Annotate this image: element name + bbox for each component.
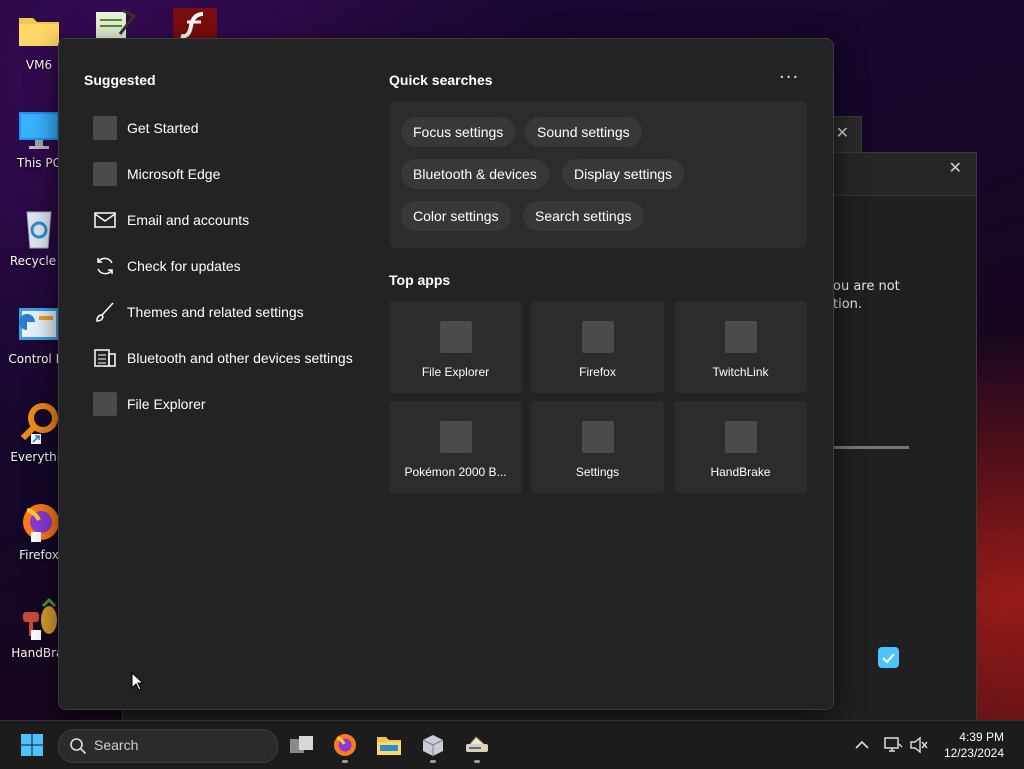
suggested-item-label: Bluetooth and other devices settings [127,350,353,366]
search-icon [70,738,87,755]
volume-status[interactable] [903,729,935,761]
top-app-twitchlink[interactable]: TwitchLink [674,301,807,393]
window-text-line: tion. [833,297,863,312]
suggested-heading: Suggested [84,72,156,88]
top-app-label: TwitchLink [712,365,769,379]
windows-logo-icon [21,734,43,756]
monitor-icon [17,108,61,152]
close-icon[interactable]: ✕ [836,123,849,142]
taskbar-app-scanner[interactable] [461,729,493,763]
window-text-line: ou are not [833,279,900,294]
task-view-icon [290,736,313,753]
suggested-item-label: Themes and related settings [127,304,304,320]
show-hidden-icons-button[interactable] [846,729,878,761]
running-indicator [474,760,480,763]
start-button[interactable] [16,729,48,761]
top-apps-heading: Top apps [389,272,451,288]
more-options-button[interactable]: ··· [779,69,799,87]
app-placeholder-icon [93,116,117,140]
suggested-item-label: Microsoft Edge [127,166,221,182]
notepad-icon [96,8,137,40]
control-panel-icon [17,304,61,348]
quick-searches-box: Focus settings Sound settings Bluetooth … [389,101,807,248]
suggested-item-bluetooth-devices[interactable]: Bluetooth and other devices settings [89,335,369,381]
taskbar-clock[interactable]: 4:39 PM 12/23/2024 [944,729,1004,761]
mail-icon [93,208,117,232]
suggested-item-file-explorer[interactable]: File Explorer [89,381,369,427]
quick-search-chip[interactable]: Focus settings [401,117,516,147]
suggested-item-label: Check for updates [127,258,241,274]
flash-icon [173,8,217,40]
top-app-label: Firefox [579,365,616,379]
taskbar-search-placeholder: Search [94,737,139,753]
desktop-icon-notepad[interactable] [94,8,138,40]
suggested-item-microsoft-edge[interactable]: Microsoft Edge [89,151,369,197]
app-placeholder-icon [724,321,757,353]
taskbar-search-box[interactable]: Search [58,729,278,763]
speaker-muted-icon [910,736,928,754]
handbrake-icon [17,597,61,642]
checkmark-icon [882,653,895,664]
suggested-item-email-accounts[interactable]: Email and accounts [89,197,369,243]
top-app-firefox[interactable]: Firefox [531,301,664,393]
suggested-item-themes[interactable]: Themes and related settings [89,289,369,335]
firefox-icon [17,500,61,544]
suggested-item-check-updates[interactable]: Check for updates [89,243,369,289]
suggested-item-label: Email and accounts [127,212,250,228]
devices-icon [93,346,117,370]
sync-icon [93,254,117,278]
close-icon[interactable]: ✕ [949,158,962,177]
firefox-icon [334,734,356,756]
package-icon [422,735,444,756]
taskbar: Search 4:39 PM 12/23/2024 [0,720,1024,769]
suggested-item-label: Get Started [127,120,199,136]
quick-search-chip[interactable]: Display settings [562,159,685,189]
app-placeholder-icon [93,392,117,416]
search-panel: Suggested Get Started Microsoft Edge Ema… [58,38,834,710]
mouse-cursor-icon [131,671,145,696]
chevron-up-icon [855,740,869,749]
top-app-label: Settings [575,465,620,479]
app-placeholder-icon [724,421,757,453]
app-placeholder-icon [439,321,472,353]
clock-time: 4:39 PM [959,730,1004,744]
top-app-settings[interactable]: Settings [531,401,664,493]
suggested-list: Get Started Microsoft Edge Email and acc… [89,105,369,427]
recycle-bin-icon [17,206,61,250]
folder-icon [17,10,61,54]
running-indicator [430,760,436,763]
top-app-label: Pokémon 2000 B... [404,465,507,479]
progress-bar [829,446,909,449]
everything-search-icon [17,402,61,446]
desktop-icon-flash[interactable] [173,8,217,40]
scanner-icon [466,736,488,752]
network-icon [884,737,903,752]
suggested-item-get-started[interactable]: Get Started [89,105,369,151]
quick-search-chip[interactable]: Bluetooth & devices [401,159,549,189]
app-placeholder-icon [439,421,472,453]
checkbox[interactable] [878,647,899,668]
top-app-handbrake[interactable]: HandBrake [674,401,807,493]
taskbar-firefox[interactable] [329,729,361,763]
running-indicator [342,760,348,763]
folder-icon [377,737,401,755]
quick-search-chip[interactable]: Color settings [401,201,511,231]
suggested-item-label: File Explorer [127,396,206,412]
taskbar-file-explorer[interactable] [373,729,405,761]
top-app-pokemon[interactable]: Pokémon 2000 B... [389,401,522,493]
quick-searches-heading: Quick searches [389,72,493,88]
task-view-button[interactable] [286,729,318,761]
clock-date: 12/23/2024 [943,746,1004,760]
top-app-label: HandBrake [710,465,771,479]
top-app-file-explorer[interactable]: File Explorer [389,301,522,393]
brush-icon [93,300,117,324]
top-app-label: File Explorer [421,365,490,379]
taskbar-app-box[interactable] [417,729,449,763]
app-placeholder-icon [581,321,614,353]
app-placeholder-icon [581,421,614,453]
quick-search-chip[interactable]: Sound settings [525,117,642,147]
quick-search-chip[interactable]: Search settings [523,201,644,231]
app-placeholder-icon [93,162,117,186]
